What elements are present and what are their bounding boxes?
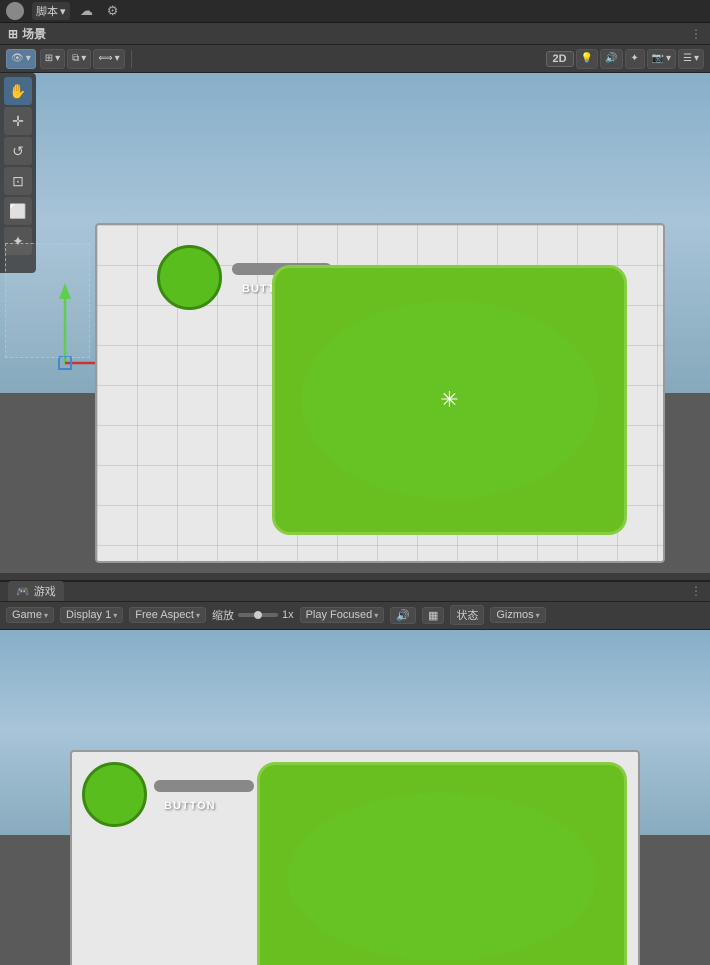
game-label: Game (12, 609, 42, 621)
play-focused-label: Play Focused (306, 609, 373, 621)
green-panel-ellipse-game (287, 793, 596, 961)
chevron-icon3: ▾ (81, 53, 86, 64)
game-header: 🎮 游戏 ⋮ (0, 580, 710, 602)
aspect-label: Free Aspect (135, 609, 194, 621)
camera-icon: 📷 (652, 53, 664, 64)
game-canvas-game: BUTTON (70, 750, 640, 965)
gizmos-chevron: ▾ (536, 611, 540, 620)
scene-grid-icon: ⊞ (8, 27, 18, 41)
ui-circle-scene (157, 245, 222, 310)
crosshair-icon: ✳ (440, 387, 458, 413)
dropdown-label: 脚本 (36, 3, 58, 19)
user-avatar[interactable] (6, 2, 24, 20)
rotate-tool[interactable]: ↺ (4, 137, 32, 165)
ui-green-panel-game (257, 762, 627, 965)
gizmos-btn[interactable]: Gizmos ▾ (490, 607, 545, 623)
chevron-icon6: ▾ (694, 53, 699, 64)
game-canvas-scene: BUTTON ✳ (95, 223, 665, 563)
zoom-container: 缩放 1x (212, 607, 294, 623)
view-button[interactable]: 👁 ▾ (6, 49, 36, 69)
scene-more-btn[interactable]: ⋮ (690, 27, 702, 41)
ui-circle-game (82, 762, 147, 827)
gizmos-label: Gizmos (496, 609, 533, 621)
separator1 (131, 50, 132, 68)
game-tab-label: 游戏 (34, 583, 56, 599)
display-chevron: ▾ (113, 611, 117, 620)
top-dropdown[interactable]: 脚本 ▾ (32, 2, 70, 20)
game-more-btn[interactable]: ⋮ (690, 584, 702, 598)
gamepad-icon: 🎮 (16, 585, 30, 598)
game-panel: 🎮 游戏 ⋮ Game ▾ Display 1 ▾ Free Aspect ▾ … (0, 580, 710, 965)
display-label: Display 1 (66, 609, 111, 621)
grid-button[interactable]: ⊞ ▾ (40, 49, 65, 69)
view-toolbar-group: 👁 ▾ (6, 49, 36, 69)
move-tool[interactable]: ✛ (4, 107, 32, 135)
zoom-thumb (254, 611, 262, 619)
chevron-down-icon: ▾ (60, 5, 66, 18)
stats-label: 状态 (456, 607, 478, 623)
grid-toolbar-group: ⊞ ▾ ⧉ ▾ ⟺ ▾ (40, 49, 125, 69)
cloud-icon[interactable]: ☁ (78, 2, 96, 20)
selection-box (5, 243, 90, 358)
zoom-slider[interactable] (238, 613, 278, 617)
game-toolbar: Game ▾ Display 1 ▾ Free Aspect ▾ 缩放 1x P… (0, 602, 710, 630)
stats-display-icon: ▦ (428, 609, 438, 622)
fx-button[interactable]: ✦ (625, 49, 645, 69)
settings-icon[interactable]: ⚙ (104, 2, 122, 20)
zoom-text: 缩放 (212, 607, 234, 623)
display-dropdown[interactable]: Display 1 ▾ (60, 607, 123, 623)
grid-icon: ⊞ (45, 53, 53, 64)
rect-tool[interactable]: ⬜ (4, 197, 32, 225)
fx-icon: ✦ (630, 53, 638, 64)
game-dropdown[interactable]: Game ▾ (6, 607, 54, 623)
chevron-icon4: ▾ (115, 53, 120, 64)
play-focused-dropdown[interactable]: Play Focused ▾ (300, 607, 385, 623)
audio-icon-scene: 🔊 (605, 53, 617, 64)
aspect-chevron: ▾ (196, 611, 200, 620)
stats-display-btn[interactable]: ▦ (422, 607, 444, 624)
eye-icon: 👁 (11, 53, 24, 64)
right-toolbar-group: 2D 💡 🔊 ✦ 📷 ▾ ☰ ▾ (546, 49, 704, 69)
scale-tool[interactable]: ⊡ (4, 167, 32, 195)
light-icon: 💡 (581, 53, 593, 64)
aspect-dropdown[interactable]: Free Aspect ▾ (129, 607, 206, 623)
game-tab[interactable]: 🎮 游戏 (8, 581, 64, 601)
audio-mute-btn[interactable]: 🔊 (390, 607, 416, 624)
chevron-icon2: ▾ (55, 53, 60, 64)
light-button[interactable]: 💡 (576, 49, 598, 69)
main-container: 脚本 ▾ ☁ ⚙ ⊞ 场景 ⋮ 👁 ▾ ⊞ (0, 0, 710, 965)
layers-button[interactable]: ☰ ▾ (678, 49, 704, 69)
layers-icon: ☰ (683, 53, 692, 64)
scene-header: ⊞ 场景 ⋮ (0, 23, 710, 45)
play-focused-chevron: ▾ (374, 611, 378, 620)
scene-title-text: 场景 (22, 25, 46, 42)
audio-mute-icon: 🔊 (396, 609, 410, 622)
ruler-icon: ⟺ (98, 53, 112, 64)
scene-toolbar: 👁 ▾ ⊞ ▾ ⧉ ▾ ⟺ ▾ (0, 45, 710, 73)
zoom-value: 1x (282, 609, 294, 621)
scene-viewport: ✋ ✛ ↺ ⊡ ⬜ ✦ (0, 73, 710, 573)
scene-panel: ⊞ 场景 ⋮ 👁 ▾ ⊞ ▾ ⧉ ▾ (0, 23, 710, 579)
hand-tool[interactable]: ✋ (4, 77, 32, 105)
game-chevron: ▾ (44, 611, 48, 620)
top-bar: 脚本 ▾ ☁ ⚙ (0, 0, 710, 23)
ui-green-panel-scene: ✳ (272, 265, 627, 535)
snap-button[interactable]: ⧉ ▾ (67, 49, 91, 69)
ruler-button[interactable]: ⟺ ▾ (93, 49, 124, 69)
game-viewport: BUTTON (0, 630, 710, 965)
stats-btn[interactable]: 状态 (450, 605, 484, 625)
2d-button[interactable]: 2D (546, 51, 574, 67)
scene-title: ⊞ 场景 (8, 25, 46, 42)
chevron-icon5: ▾ (666, 53, 671, 64)
ui-button-label-game: BUTTON (164, 800, 216, 812)
snap-icon: ⧉ (72, 53, 79, 64)
camera-button[interactable]: 📷 ▾ (647, 49, 676, 69)
ui-bar-game (154, 780, 254, 792)
audio-button-scene[interactable]: 🔊 (600, 49, 622, 69)
chevron-icon: ▾ (26, 53, 31, 64)
